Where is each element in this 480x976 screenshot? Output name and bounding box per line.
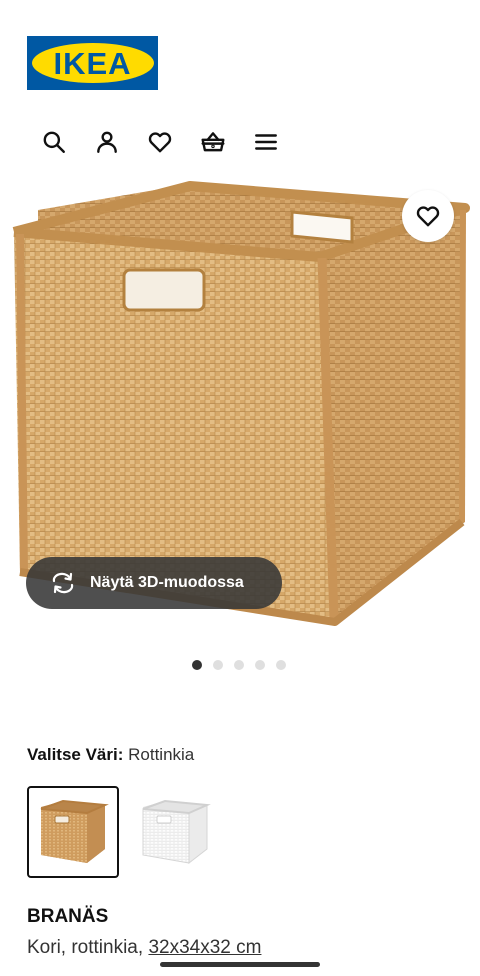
- header-nav: [40, 128, 280, 156]
- color-value: Rottinkia: [128, 745, 195, 764]
- color-option-white[interactable]: [129, 786, 221, 878]
- product-dimensions-link[interactable]: 32x34x32 cm: [148, 937, 261, 958]
- account-button[interactable]: [93, 128, 121, 156]
- heart-icon: [148, 132, 172, 153]
- carousel-dots: [192, 660, 286, 670]
- product-gallery[interactable]: Näytä 3D-muodossa: [0, 172, 480, 642]
- carousel-dot[interactable]: [255, 660, 265, 670]
- product-name: BRANÄS: [27, 906, 109, 927]
- rattan-basket-thumbnail: [40, 799, 109, 863]
- ikea-logo[interactable]: IKEA: [27, 36, 158, 90]
- view-3d-label: Näytä 3D-muodossa: [90, 574, 244, 591]
- heart-icon: [416, 206, 440, 227]
- basket-icon: [201, 132, 225, 152]
- menu-icon: [255, 134, 277, 150]
- carousel-dot[interactable]: [234, 660, 244, 670]
- search-icon: [43, 131, 65, 153]
- logo-wordmark: IKEA: [53, 45, 132, 81]
- home-indicator: [160, 962, 320, 967]
- carousel-dot[interactable]: [192, 660, 202, 670]
- color-selector-label: Valitse Väri: Rottinkia: [27, 745, 194, 765]
- color-option-rattan[interactable]: [27, 786, 119, 878]
- search-button[interactable]: [40, 128, 68, 156]
- view-3d-button[interactable]: Näytä 3D-muodossa: [26, 557, 282, 609]
- rotate-icon: [52, 572, 74, 594]
- carousel-dot[interactable]: [276, 660, 286, 670]
- menu-button[interactable]: [252, 128, 280, 156]
- logo-ellipse: IKEA: [31, 43, 154, 83]
- carousel-dot[interactable]: [213, 660, 223, 670]
- white-basket-thumbnail: [142, 799, 211, 865]
- product-type: Kori, rottinkia,: [27, 937, 144, 958]
- product-description: Kori, rottinkia, 32x34x32 cm: [27, 937, 261, 959]
- color-label: Valitse Väri:: [27, 745, 124, 764]
- favorite-button[interactable]: [402, 190, 454, 242]
- cart-button[interactable]: [199, 128, 227, 156]
- user-icon: [97, 131, 117, 153]
- favorites-button[interactable]: [146, 128, 174, 156]
